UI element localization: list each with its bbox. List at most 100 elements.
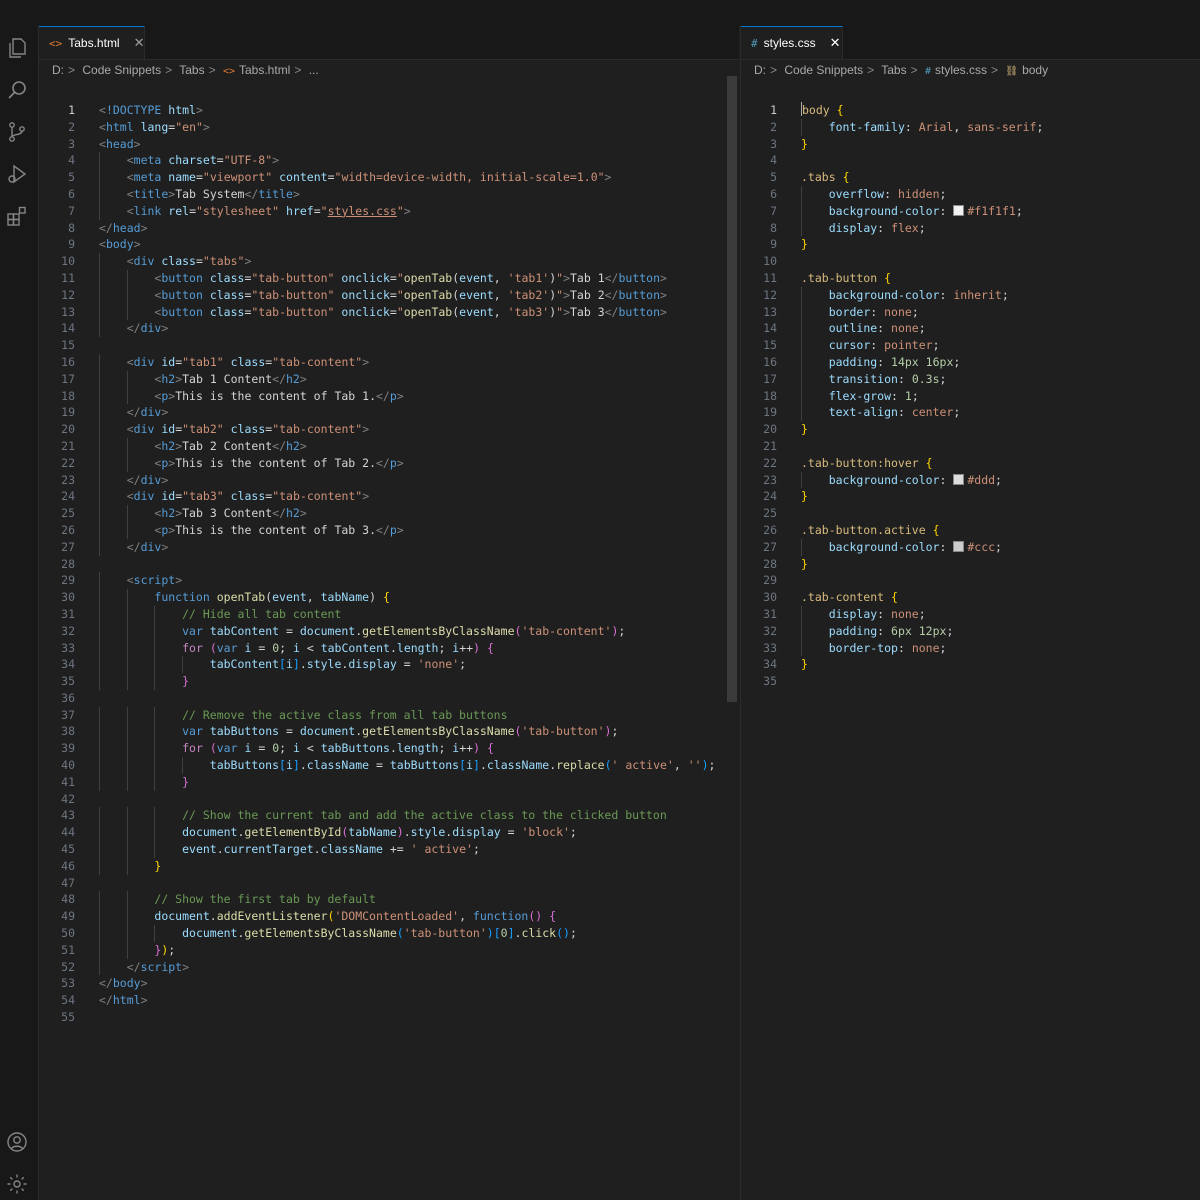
- breadcrumb-item[interactable]: Tabs: [179, 63, 204, 77]
- breadcrumb-item[interactable]: Tabs.html: [239, 63, 290, 77]
- code-line[interactable]: 42: [39, 791, 739, 808]
- code-line[interactable]: 21 <h2>Tab 2 Content</h2>: [39, 437, 739, 455]
- code-line[interactable]: 21: [741, 438, 1200, 455]
- code-line[interactable]: 6 <title>Tab System</title>: [39, 185, 739, 203]
- code-line[interactable]: 49 document.addEventListener('DOMContent…: [39, 908, 739, 926]
- code-line[interactable]: 4 <meta charset="UTF-8">: [39, 152, 739, 170]
- code-line[interactable]: 16 <div id="tab1" class="tab-content">: [39, 353, 739, 371]
- code-editor-css[interactable]: 1 body {2 font-family: Arial, sans-serif;…: [741, 102, 1200, 690]
- breadcrumb-item[interactable]: ...: [309, 63, 319, 77]
- breadcrumb-item[interactable]: body: [1022, 63, 1048, 77]
- color-swatch-icon[interactable]: [953, 473, 965, 485]
- code-line[interactable]: 14 </div>: [39, 320, 739, 338]
- color-swatch-icon[interactable]: [953, 204, 965, 216]
- code-line[interactable]: 27 background-color: #ccc;: [741, 538, 1200, 556]
- code-line[interactable]: 55: [39, 1009, 739, 1026]
- code-line[interactable]: 30 .tab-content {: [741, 589, 1200, 606]
- code-line[interactable]: 31 // Hide all tab content: [39, 605, 739, 623]
- code-line[interactable]: 22 <p>This is the content of Tab 2.</p>: [39, 454, 739, 472]
- code-line[interactable]: 15: [39, 337, 739, 354]
- code-line[interactable]: 7 <link rel="stylesheet" href="styles.cs…: [39, 202, 739, 220]
- code-line[interactable]: 13 border: none;: [741, 303, 1200, 321]
- code-line[interactable]: 25 <h2>Tab 3 Content</h2>: [39, 505, 739, 522]
- code-line[interactable]: 43 // Show the current tab and add the a…: [39, 807, 739, 825]
- code-line[interactable]: 15 cursor: pointer;: [741, 337, 1200, 354]
- code-line[interactable]: 38 var tabButtons = document.getElements…: [39, 723, 739, 741]
- code-line[interactable]: 34}: [741, 656, 1200, 673]
- code-line[interactable]: 36: [39, 690, 739, 707]
- code-line[interactable]: 23 </div>: [39, 471, 739, 489]
- code-line[interactable]: 28: [39, 556, 739, 573]
- files-icon[interactable]: [5, 36, 29, 60]
- code-line[interactable]: 29 <script>: [39, 572, 739, 590]
- code-line[interactable]: 31 display: none;: [741, 605, 1200, 623]
- code-editor-html[interactable]: 1 <!DOCTYPE html> 2 <html lang="en"> 3 <head>…: [39, 102, 739, 1026]
- code-line[interactable]: 29: [741, 572, 1200, 589]
- code-line[interactable]: 24 <div id="tab3" class="tab-content">: [39, 488, 739, 506]
- code-line[interactable]: 25: [741, 505, 1200, 522]
- code-line[interactable]: 8 </head>: [39, 220, 739, 237]
- code-line[interactable]: 52 </script>: [39, 958, 739, 976]
- code-line[interactable]: 6 overflow: hidden;: [741, 185, 1200, 203]
- code-line[interactable]: 1 body {: [741, 102, 1200, 119]
- code-line[interactable]: 48 // Show the first tab by default: [39, 891, 739, 909]
- code-line[interactable]: 10: [741, 253, 1200, 270]
- source-control-icon[interactable]: [5, 120, 29, 144]
- code-line[interactable]: 26 <p>This is the content of Tab 3.</p>: [39, 521, 739, 539]
- code-line[interactable]: 37 // Remove the active class from all t…: [39, 706, 739, 724]
- tab-tabs-html[interactable]: <> Tabs.html ✕: [39, 26, 145, 59]
- code-line[interactable]: 46 }: [39, 857, 739, 875]
- code-line[interactable]: 33 border-top: none;: [741, 639, 1200, 657]
- code-line[interactable]: 7 background-color: #f1f1f1;: [741, 202, 1200, 220]
- code-line[interactable]: 3 <head>: [39, 136, 739, 153]
- code-line[interactable]: 11 .tab-button {: [741, 270, 1200, 287]
- run-debug-icon[interactable]: [5, 162, 29, 186]
- code-line[interactable]: 24}: [741, 488, 1200, 505]
- code-line[interactable]: 40 tabButtons[i].className = tabButtons[…: [39, 757, 739, 774]
- vertical-scrollbar[interactable]: [727, 76, 737, 702]
- breadcrumb-item[interactable]: styles.css: [935, 63, 987, 77]
- code-line[interactable]: 18 <p>This is the content of Tab 1.</p>: [39, 387, 739, 405]
- code-line[interactable]: 20 <div id="tab2" class="tab-content">: [39, 421, 739, 438]
- code-line[interactable]: 9 <body>: [39, 236, 739, 253]
- code-line[interactable]: 3}: [741, 136, 1200, 153]
- code-line[interactable]: 30 function openTab(event, tabName) {: [39, 589, 739, 606]
- code-line[interactable]: 19 text-align: center;: [741, 404, 1200, 422]
- code-line[interactable]: 23 background-color: #ddd;: [741, 471, 1200, 489]
- code-line[interactable]: 44 document.getElementById(tabName).styl…: [39, 824, 739, 842]
- code-line[interactable]: 1 <!DOCTYPE html>: [39, 102, 739, 119]
- code-line[interactable]: 34 tabContent[i].style.display = 'none';: [39, 656, 739, 674]
- close-icon[interactable]: ✕: [134, 35, 145, 51]
- search-icon[interactable]: [5, 78, 29, 102]
- code-line[interactable]: 19 </div>: [39, 404, 739, 422]
- color-swatch-icon[interactable]: [953, 540, 965, 552]
- code-line[interactable]: 11 <button class="tab-button" onclick="o…: [39, 269, 739, 287]
- code-line[interactable]: 5 .tabs {: [741, 169, 1200, 186]
- code-line[interactable]: 47: [39, 875, 739, 892]
- code-line[interactable]: 10 <div class="tabs">: [39, 253, 739, 270]
- code-line[interactable]: 22 .tab-button:hover {: [741, 455, 1200, 472]
- code-line[interactable]: 53 </body>: [39, 975, 739, 992]
- code-line[interactable]: 2 <html lang="en">: [39, 119, 739, 136]
- code-line[interactable]: 17 <h2>Tab 1 Content</h2>: [39, 370, 739, 388]
- code-line[interactable]: 33 for (var i = 0; i < tabContent.length…: [39, 639, 739, 657]
- code-line[interactable]: 2 font-family: Arial, sans-serif;: [741, 118, 1200, 136]
- breadcrumb-item[interactable]: Code Snippets: [784, 63, 863, 77]
- code-line[interactable]: 27 </div>: [39, 538, 739, 556]
- code-line[interactable]: 12 <button class="tab-button" onclick="o…: [39, 286, 739, 304]
- settings-gear-icon[interactable]: [5, 1172, 29, 1196]
- code-line[interactable]: 9}: [741, 236, 1200, 253]
- code-line[interactable]: 18 flex-grow: 1;: [741, 387, 1200, 405]
- code-line[interactable]: 14 outline: none;: [741, 320, 1200, 338]
- code-line[interactable]: 12 background-color: inherit;: [741, 286, 1200, 304]
- code-line[interactable]: 17 transition: 0.3s;: [741, 370, 1200, 388]
- breadcrumb-item[interactable]: Tabs: [881, 63, 906, 77]
- code-line[interactable]: 35 }: [39, 673, 739, 690]
- code-line[interactable]: 54 </html>: [39, 992, 739, 1009]
- code-line[interactable]: 8 display: flex;: [741, 219, 1200, 237]
- code-line[interactable]: 28}: [741, 556, 1200, 573]
- code-line[interactable]: 41 }: [39, 773, 739, 791]
- code-line[interactable]: 32 var tabContent = document.getElements…: [39, 622, 739, 640]
- code-line[interactable]: 20}: [741, 421, 1200, 438]
- tab-styles-css[interactable]: # styles.css ✕: [741, 26, 843, 59]
